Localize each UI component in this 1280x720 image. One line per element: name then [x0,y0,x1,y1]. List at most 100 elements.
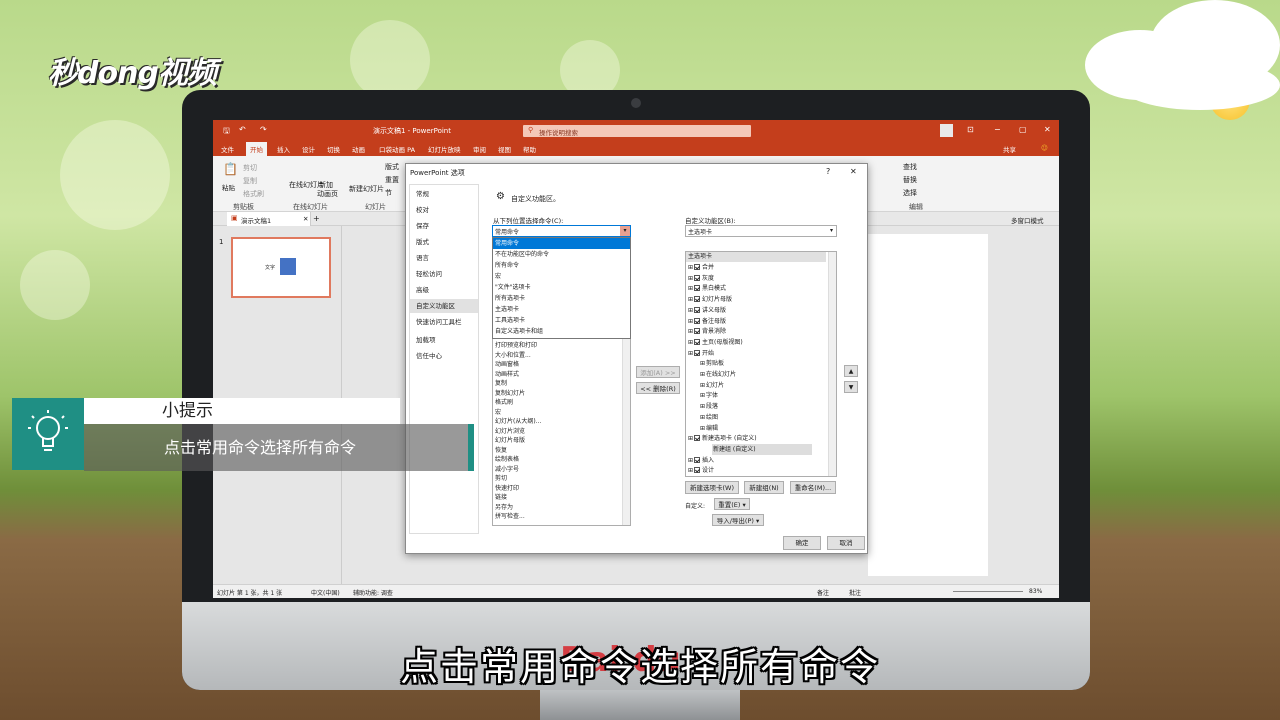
reset-dropdown-button[interactable]: 重置(E) ▾ [714,498,750,510]
option-file-tab[interactable]: "文件"选项卡 [493,282,630,293]
search-box[interactable]: ⚲ 操作说明搜索 [523,125,751,137]
cancel-button[interactable]: 取消 [827,536,865,550]
maximize-icon[interactable]: ▢ [1019,125,1027,134]
list-item[interactable]: 链接 [495,493,507,502]
expand-icon[interactable]: ⊞ [688,339,693,346]
expand-icon[interactable]: ⊞ [688,318,693,325]
checkbox[interactable] [694,264,701,270]
reset-button[interactable]: 重置 [385,175,399,185]
copy-button[interactable]: 复制 [243,176,257,186]
new-slide-button[interactable]: 新建幻灯片 [349,184,384,194]
nav-save[interactable]: 保存 [410,219,478,233]
list-scrollbar[interactable] [622,339,630,525]
option-custom-tabs[interactable]: 自定义选项卡和组 [493,326,630,337]
list-item[interactable]: 动画样式 [495,370,519,379]
commands-list[interactable]: 打印预览和打印 大小和位置... 动画窗格 动画样式 复制 复制幻灯片 格式刷 … [492,338,631,526]
tab-view[interactable]: 视图 [498,144,511,154]
import-export-button[interactable]: 导入/导出(P) ▾ [712,514,764,526]
tab-review[interactable]: 审阅 [473,144,486,154]
tab-transitions[interactable]: 切换 [327,144,340,154]
list-item[interactable]: 复制幻灯片 [495,389,525,398]
notes-button[interactable]: 备注 [817,588,829,597]
ribbon-display-icon[interactable]: ⊡ [967,125,974,134]
checkbox[interactable] [694,456,701,463]
expand-icon[interactable]: ⊞ [688,435,693,442]
list-item[interactable]: 复制 [495,379,507,388]
move-down-button[interactable]: ▼ [844,381,858,393]
cut-button[interactable]: 剪切 [243,163,257,173]
nav-proofing[interactable]: 校对 [410,203,478,217]
expand-icon[interactable]: ⊞ [688,296,693,303]
close-tab-icon[interactable]: ✕ [303,215,308,223]
list-item[interactable]: 大小和位置... [495,351,531,360]
list-item[interactable]: 宏 [495,408,501,417]
paste-icon[interactable]: 📋 [223,162,238,176]
checkbox[interactable] [694,349,701,356]
multi-window-button[interactable]: 多窗口模式 [1011,215,1044,225]
close-icon[interactable]: ✕ [1044,125,1051,134]
expand-icon[interactable]: ⊞ [700,382,705,389]
expand-icon[interactable]: ⊞ [688,328,693,335]
ribbon-tree[interactable]: 主选项卡 ⊞ 合并 ⊞ 灰度 ⊞ 黑白模式 ⊞ 幻灯片母版 ⊞ 讲义母版 ⊞ 备注母版 ⊞ 背景消除 ⊞ 主页… [685,251,837,477]
expand-icon[interactable]: ⊞ [700,403,705,410]
slide-thumbnail[interactable]: 文字 [231,237,331,298]
undo-icon[interactable]: ↶ [239,125,246,134]
save-icon[interactable]: 🖫 [223,125,230,139]
tab-help[interactable]: 帮助 [523,144,536,154]
tree-item[interactable]: 新建组 (自定义) [712,443,812,456]
list-item[interactable]: 快速打印 [495,484,519,493]
tree-item[interactable]: ⊞ 设计 [688,465,714,477]
nav-accessibility[interactable]: 轻松访问 [410,267,478,281]
layout-button[interactable]: 版式 [385,162,399,172]
list-item[interactable]: 剪切 [495,474,507,483]
tab-design[interactable]: 设计 [302,144,315,154]
target-select[interactable]: 主选项卡 ▾ [685,225,837,237]
accessibility-status[interactable]: 辅助功能: 调查 [353,588,393,597]
list-item[interactable]: 拼写检查... [495,512,525,521]
checkbox[interactable] [694,317,701,324]
option-all-commands[interactable]: 所有命令 [493,260,630,271]
select-button[interactable]: 选择 [903,188,917,198]
checkbox[interactable] [694,435,701,442]
nav-advanced[interactable]: 高级 [410,283,478,297]
new-group-button[interactable]: 新建组(N) [744,481,784,494]
expand-icon[interactable]: ⊞ [688,307,693,314]
tree-scrollbar[interactable] [828,252,836,476]
option-not-in-ribbon[interactable]: 不在功能区中的命令 [493,249,630,260]
add-button[interactable]: 添加(A) >> [636,366,680,378]
tab-insert[interactable]: 插入 [277,144,290,154]
nav-layout[interactable]: 版式 [410,235,478,249]
tab-home[interactable]: 开始 [246,142,267,156]
avatar[interactable] [940,124,953,137]
tab-slideshow[interactable]: 幻灯片放映 [428,144,461,154]
list-item[interactable]: 动画窗格 [495,360,519,369]
rename-button[interactable]: 重命名(M)... [790,481,836,494]
expand-icon[interactable]: ⊞ [688,457,693,464]
expand-icon[interactable]: ⊞ [688,275,693,282]
format-painter-button[interactable]: 格式刷 [243,189,264,199]
option-macros[interactable]: 宏 [493,271,630,282]
list-item[interactable]: 幻灯片母版 [495,436,525,445]
expand-icon[interactable]: ⊞ [688,350,693,357]
list-item[interactable]: 格式刷 [495,398,513,407]
list-item[interactable]: 减小字号 [495,465,519,474]
find-button[interactable]: 查找 [903,162,917,172]
checkbox[interactable] [694,467,701,474]
dialog-close-button[interactable]: ✕ [850,167,857,176]
new-animation-page-line2[interactable]: 动画页 [317,189,338,199]
checkbox[interactable] [694,274,701,281]
redo-icon[interactable]: ↷ [260,125,267,134]
share-button[interactable]: 共享 [1003,144,1016,154]
expand-icon[interactable]: ⊞ [700,414,705,421]
tab-file[interactable]: 文件 [221,144,234,154]
option-all-tabs[interactable]: 所有选项卡 [493,293,630,304]
chevron-down-icon[interactable]: ▾ [620,226,630,236]
option-tool-tabs[interactable]: 工具选项卡 [493,315,630,326]
zoom-slider[interactable] [953,591,1023,592]
remove-button[interactable]: << 删除(R) [636,382,680,394]
list-item[interactable]: 另存为 [495,503,513,512]
list-item[interactable]: 幻灯片(从大纲)... [495,417,541,426]
list-item[interactable]: 绘制表格 [495,455,519,464]
expand-icon[interactable]: ⊞ [700,360,705,367]
nav-customize-ribbon[interactable]: 自定义功能区 [410,299,478,313]
